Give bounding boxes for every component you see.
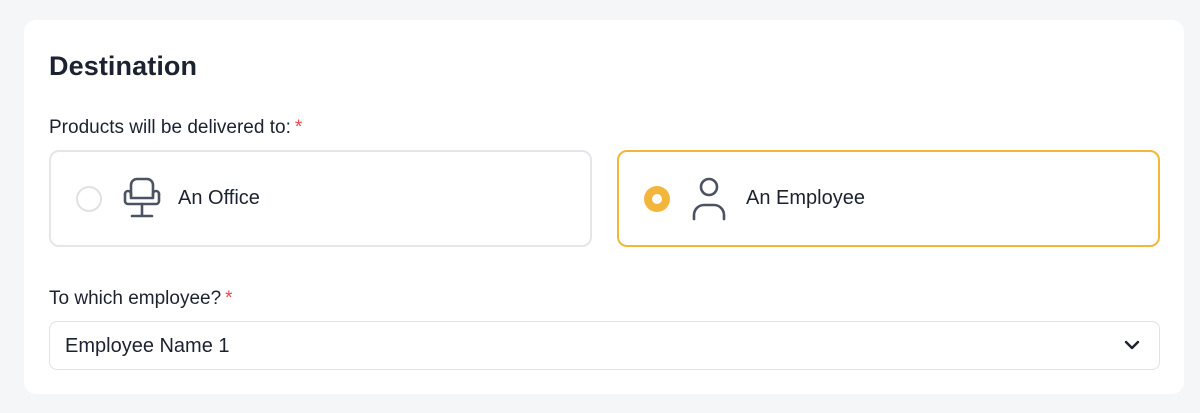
option-label-office: An Office (178, 187, 260, 209)
section-title: Destination (49, 51, 198, 81)
delivery-label: Products will be delivered to: * (49, 117, 302, 139)
employee-select-value: Employee Name 1 (65, 335, 230, 357)
employee-radio[interactable] (644, 186, 670, 212)
required-mark: * (294, 117, 303, 138)
employee-label-text: To which employee? (49, 288, 222, 309)
person-icon (692, 177, 726, 221)
delivery-label-text: Products will be delivered to: (49, 117, 291, 138)
destination-card: Destination Products will be delivered t… (24, 20, 1184, 394)
chevron-down-icon (1124, 340, 1140, 350)
option-label-employee: An Employee (746, 187, 865, 209)
employee-select[interactable]: Employee Name 1 (49, 321, 1160, 370)
office-chair-icon (123, 177, 161, 218)
option-an-employee[interactable]: An Employee (617, 150, 1160, 247)
office-radio[interactable] (76, 186, 102, 212)
employee-label: To which employee? * (49, 288, 233, 310)
option-an-office[interactable]: An Office (49, 150, 592, 247)
required-mark: * (225, 288, 233, 309)
